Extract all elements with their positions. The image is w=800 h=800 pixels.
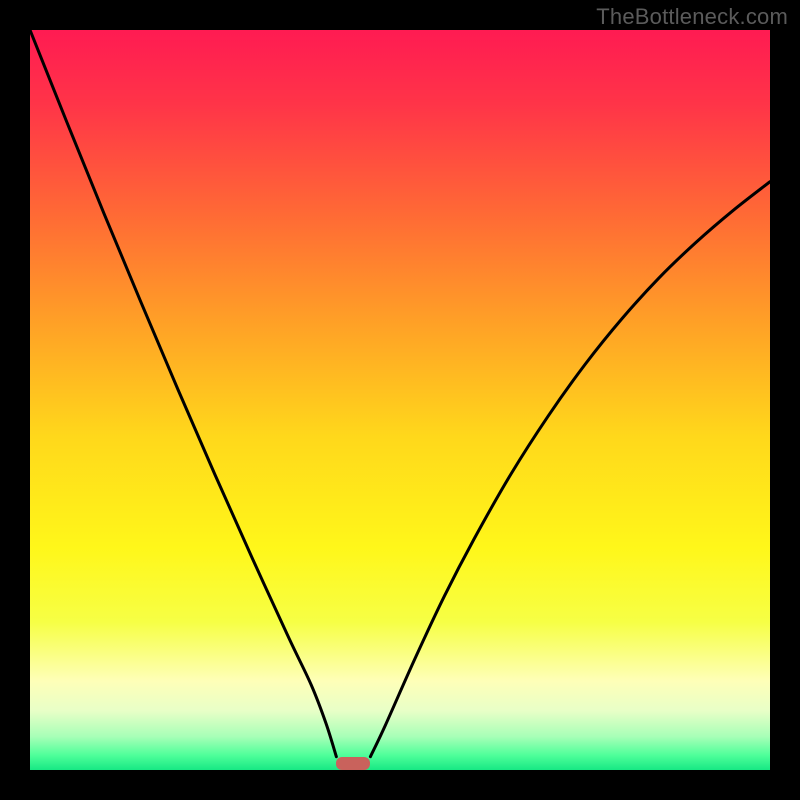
curve-right-branch [370,182,770,757]
chart-frame: TheBottleneck.com [0,0,800,800]
curve-left-branch [30,30,336,757]
plot-area [30,30,770,770]
minimum-marker [336,757,370,770]
bottleneck-curve [30,30,770,770]
watermark-text: TheBottleneck.com [596,4,788,30]
